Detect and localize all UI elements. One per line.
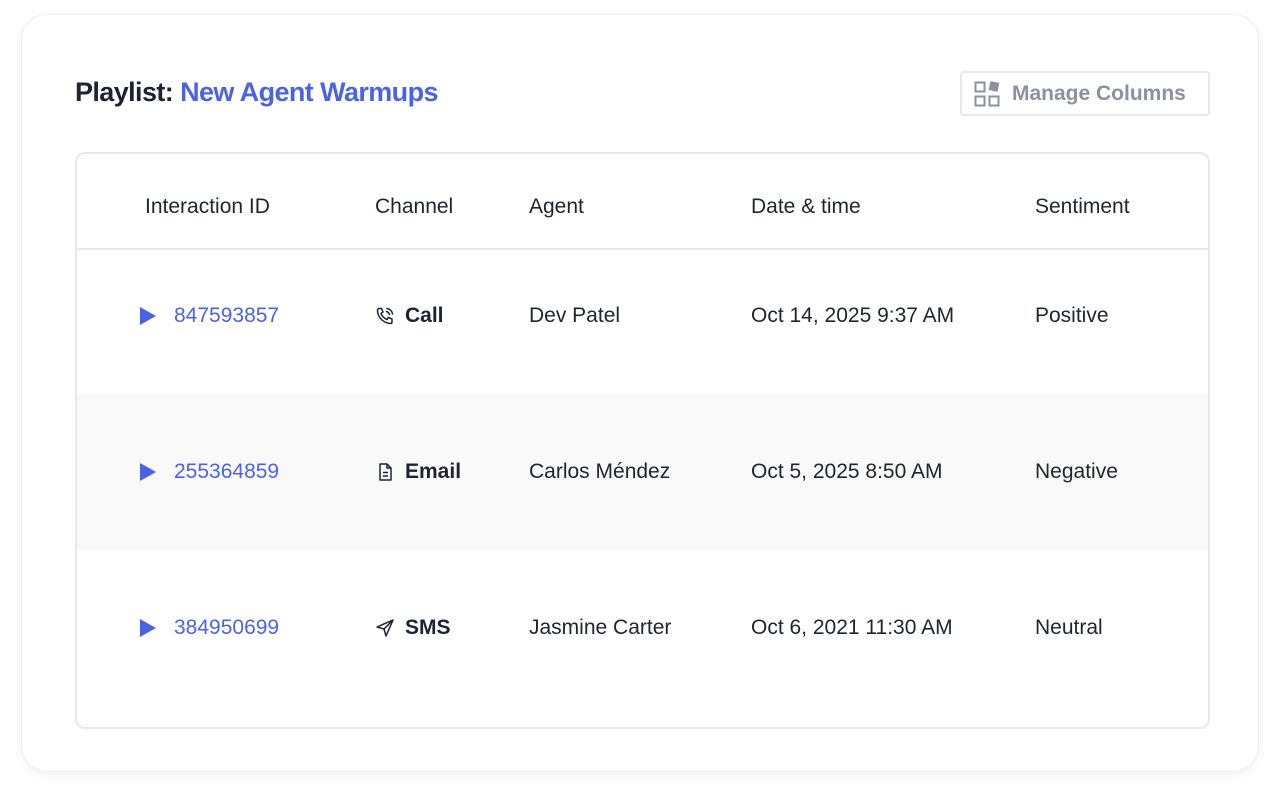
interaction-id-cell: 255364859 — [139, 394, 279, 550]
manage-columns-button[interactable]: Manage Columns — [960, 71, 1210, 116]
datetime-cell: Oct 6, 2021 11:30 AM — [751, 616, 953, 639]
table-header: Interaction ID Channel Agent Date & time… — [77, 154, 1208, 250]
table-row[interactable]: 847593857 Call Dev Patel Oct 14, 2025 9:… — [77, 238, 1208, 394]
playlist-card: Playlist: New Agent Warmups Manage Colum… — [21, 14, 1259, 772]
interaction-id-cell: 384950699 — [139, 550, 279, 706]
manage-columns-label: Manage Columns — [1012, 81, 1186, 105]
play-icon[interactable] — [139, 462, 157, 482]
document-icon — [375, 462, 395, 482]
page-title: Playlist: New Agent Warmups — [75, 75, 438, 109]
channel-label: Email — [405, 460, 462, 483]
datetime-cell: Oct 14, 2025 9:37 AM — [751, 304, 955, 327]
interaction-id-link[interactable]: 847593857 — [174, 304, 279, 328]
phone-icon — [375, 306, 395, 326]
play-icon[interactable] — [139, 306, 157, 326]
playlist-name: New Agent Warmups — [180, 77, 438, 107]
send-icon — [375, 618, 395, 638]
play-icon[interactable] — [139, 618, 157, 638]
columns-grid-icon — [974, 80, 1000, 107]
channel-label: SMS — [405, 616, 451, 639]
agent-cell: Carlos Méndez — [529, 460, 671, 483]
table-row[interactable]: 255364859 Email Carlos Méndez Oct 5, 202… — [77, 394, 1208, 550]
playlist-label: Playlist: — [75, 77, 174, 107]
agent-cell: Dev Patel — [529, 304, 621, 327]
channel-cell: Email — [375, 394, 461, 550]
channel-cell: Call — [375, 238, 444, 394]
interaction-id-link[interactable]: 255364859 — [174, 460, 279, 484]
table-row[interactable]: 384950699 SMS Jasmine Carter Oct 6, 2021… — [77, 550, 1208, 706]
interaction-id-cell: 847593857 — [139, 238, 279, 394]
sentiment-cell: Negative — [1035, 460, 1118, 483]
datetime-cell: Oct 5, 2025 8:50 AM — [751, 460, 943, 483]
sentiment-cell: Positive — [1035, 304, 1109, 327]
agent-cell: Jasmine Carter — [529, 616, 672, 639]
sentiment-cell: Neutral — [1035, 616, 1103, 639]
channel-label: Call — [405, 304, 444, 327]
interactions-table: Interaction ID Channel Agent Date & time… — [75, 152, 1210, 729]
channel-cell: SMS — [375, 550, 451, 706]
interaction-id-link[interactable]: 384950699 — [174, 616, 279, 640]
